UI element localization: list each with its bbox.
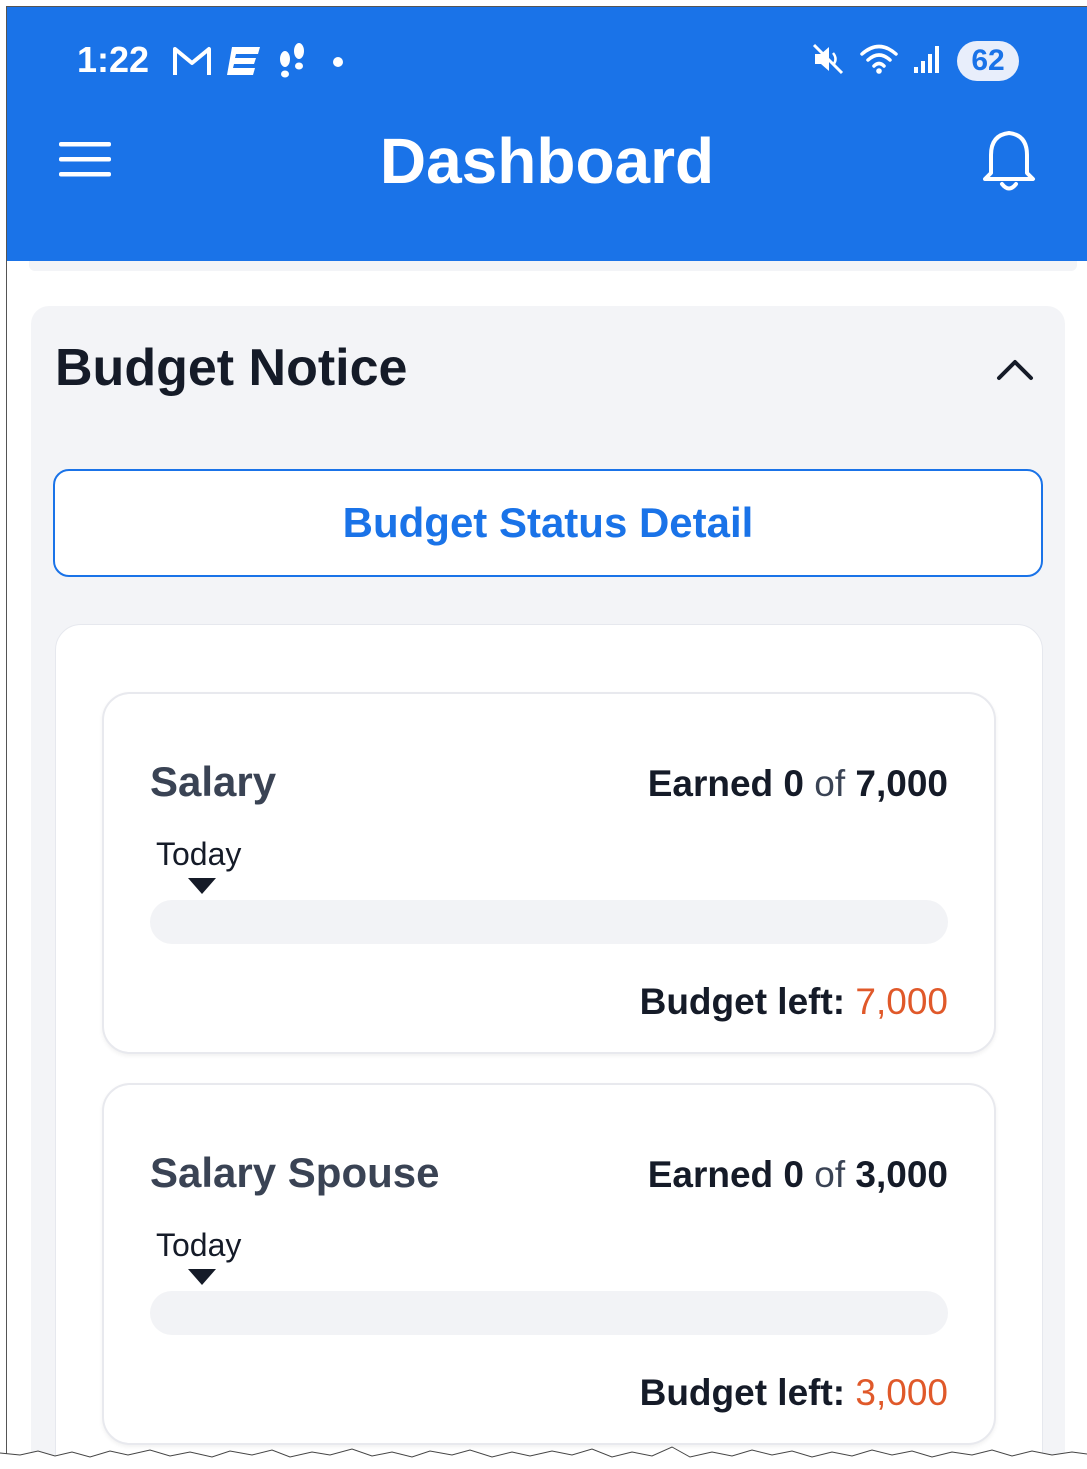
budget-item-name: Salary — [150, 758, 277, 805]
battery-indicator: 62 — [957, 41, 1019, 81]
earned-label: Earned — [647, 1154, 774, 1195]
budget-left: Budget left: 3,000 — [640, 1369, 948, 1417]
bell-icon[interactable] — [979, 127, 1039, 193]
budget-left-amount: 7,000 — [855, 981, 948, 1022]
budget-progress-bar — [150, 900, 948, 944]
status-time: 1:22 — [77, 39, 150, 80]
today-label: Today — [156, 1227, 242, 1263]
status-bar: 1:22 62 — [7, 37, 1087, 87]
dashboard-content: Budget Notice Budget Status Detail Salar… — [7, 261, 1087, 1465]
page-title: Dashboard — [379, 125, 715, 197]
chevron-up-icon[interactable] — [995, 350, 1035, 390]
earned-summary: Earned 0 of 3,000 — [648, 1151, 948, 1199]
app-screen: 1:22 62 Dashboard Budget Notice Budget S… — [6, 6, 1087, 1465]
toolbar: Dashboard — [7, 107, 1087, 217]
torn-edge — [0, 1446, 1087, 1469]
today-marker-icon — [188, 1269, 216, 1285]
today-marker-icon — [188, 878, 216, 894]
earned-label: Earned — [647, 763, 774, 804]
today-label: Today — [156, 836, 242, 872]
budget-item-name: Salary Spouse — [150, 1149, 440, 1196]
mute-icon — [811, 42, 845, 80]
signal-icon — [913, 43, 943, 79]
dot-icon — [322, 45, 348, 77]
app-bar: 1:22 62 Dashboard — [7, 7, 1087, 261]
menu-icon[interactable] — [59, 139, 113, 181]
of-label: of — [814, 763, 846, 804]
earned-value: 0 — [783, 1154, 804, 1195]
previous-card-edge — [29, 261, 1077, 271]
of-label: of — [814, 1154, 846, 1195]
earned-total: 3,000 — [855, 1154, 948, 1195]
budget-status-detail-button[interactable]: Budget Status Detail — [53, 469, 1043, 577]
budget-item-salary-spouse[interactable]: Salary Spouse Earned 0 of 3,000 Today Bu… — [102, 1083, 996, 1445]
app-e-icon — [226, 45, 262, 77]
budget-left-label: Budget left: — [639, 981, 846, 1022]
budget-left-amount: 3,000 — [855, 1372, 948, 1413]
earned-total: 7,000 — [855, 763, 948, 804]
budget-notice-section: Budget Notice Budget Status Detail Salar… — [31, 306, 1065, 1465]
system-icons: 62 — [811, 39, 1019, 83]
gmail-icon — [172, 45, 212, 77]
notification-icons — [172, 43, 348, 79]
wifi-icon — [859, 42, 899, 80]
footsteps-icon — [276, 43, 308, 79]
earned-summary: Earned 0 of 7,000 — [648, 760, 948, 808]
budget-item-salary[interactable]: Salary Earned 0 of 7,000 Today Budget le… — [102, 692, 996, 1054]
earned-value: 0 — [783, 763, 804, 804]
budget-left: Budget left: 7,000 — [640, 978, 948, 1026]
budget-notice-title: Budget Notice — [55, 339, 408, 397]
budget-list-card: Salary Earned 0 of 7,000 Today Budget le… — [55, 624, 1043, 1465]
budget-left-label: Budget left: — [639, 1372, 846, 1413]
budget-progress-bar — [150, 1291, 948, 1335]
